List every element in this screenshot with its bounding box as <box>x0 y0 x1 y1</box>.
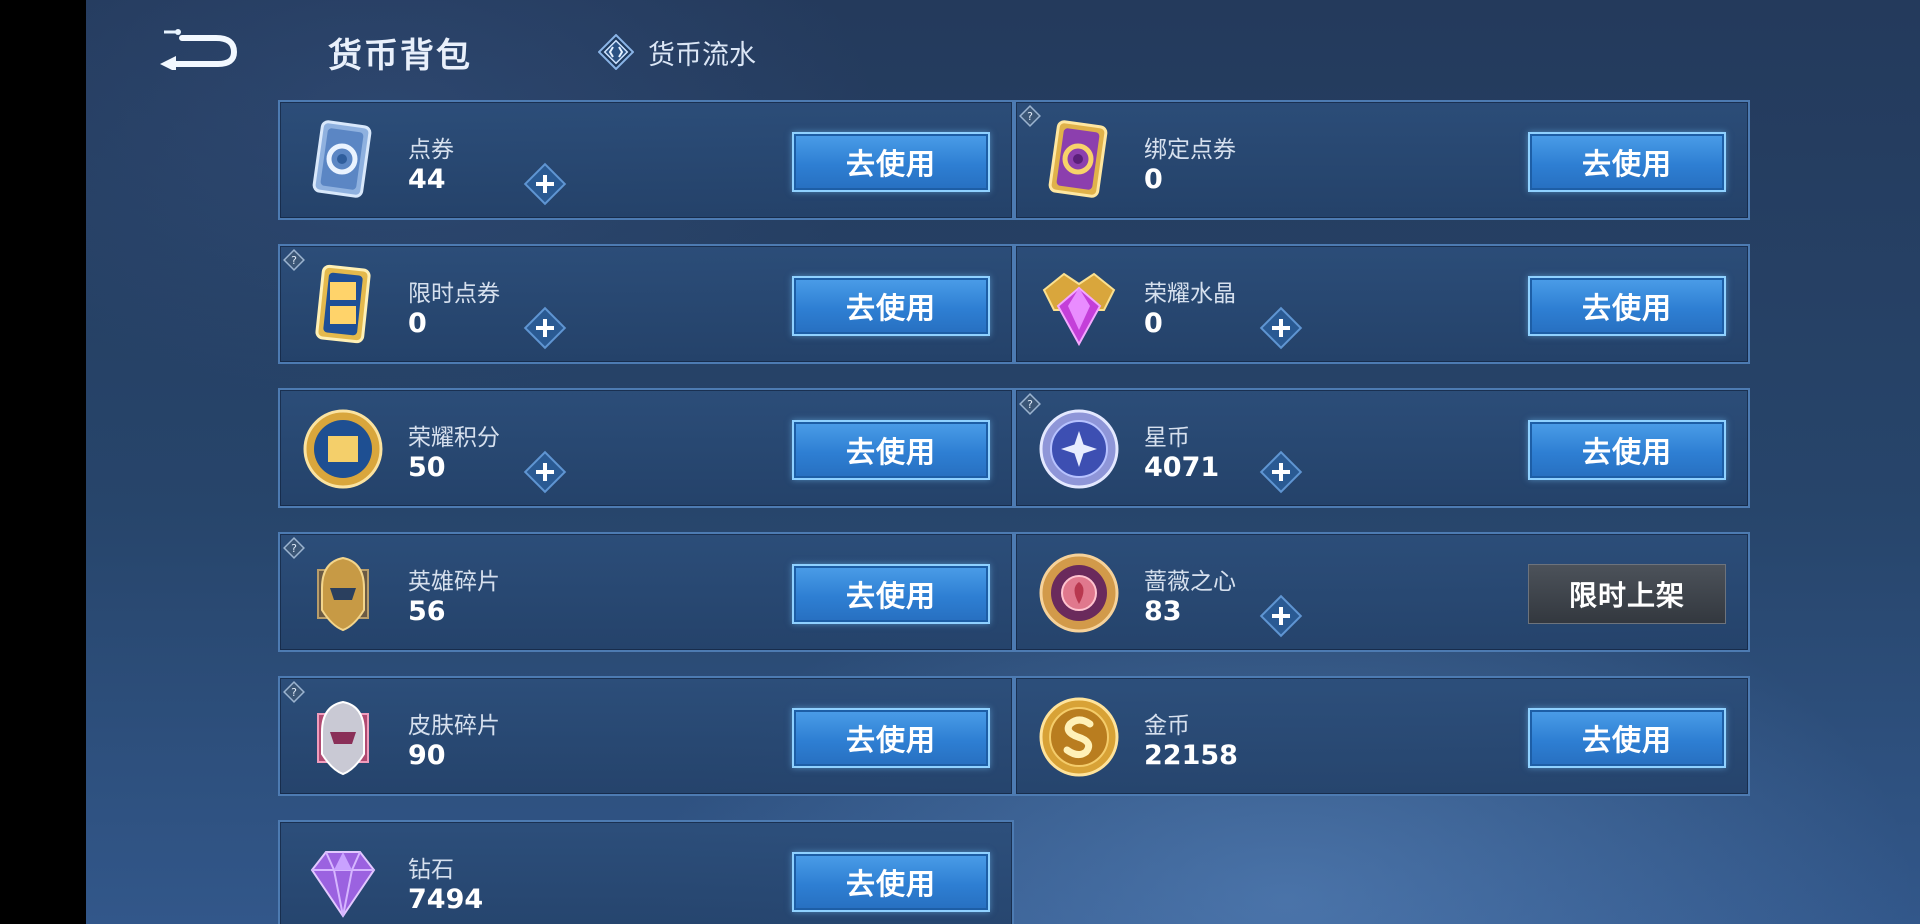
currency-amount: 44 <box>408 164 446 195</box>
currency-amount: 56 <box>408 596 446 627</box>
add-plus-icon[interactable] <box>1259 450 1303 494</box>
currency-name: 点券 <box>408 137 454 163</box>
currency-name: 星币 <box>1144 425 1190 451</box>
bound-ticket-icon <box>1048 120 1108 198</box>
currency-card-rose-heart: 蔷薇之心 83 限时上架 <box>1014 532 1750 652</box>
add-plus-icon[interactable] <box>1259 594 1303 638</box>
svg-text:?: ? <box>1027 110 1033 123</box>
limited-ticket-icon <box>315 264 371 344</box>
svg-text:?: ? <box>291 254 297 267</box>
svg-text:?: ? <box>1027 398 1033 411</box>
currency-amount: 0 <box>1144 308 1163 339</box>
use-button[interactable]: 去使用 <box>1528 708 1726 768</box>
currency-card-skin-shard: ? 皮肤碎片 90 去使用 <box>278 676 1014 796</box>
currency-name: 蔷薇之心 <box>1144 569 1236 595</box>
diamond-icon <box>310 851 376 918</box>
currency-amount: 4071 <box>1144 452 1220 483</box>
skin-shard-icon <box>317 700 369 776</box>
rose-heart-icon <box>1039 553 1119 633</box>
currency-flow-label: 货币流水 <box>648 39 756 71</box>
currency-card-limited-ticket: ? 限时点券 0 去使用 <box>278 244 1014 364</box>
use-button[interactable]: 去使用 <box>1528 132 1726 192</box>
currency-amount: 0 <box>1144 164 1163 195</box>
use-button[interactable]: 去使用 <box>792 564 990 624</box>
currency-amount: 83 <box>1144 596 1182 627</box>
currency-name: 荣耀积分 <box>408 425 500 451</box>
back-arrow-icon <box>160 29 238 72</box>
add-plus-icon[interactable] <box>523 306 567 350</box>
currency-name: 荣耀水晶 <box>1144 281 1236 307</box>
currency-amount: 7494 <box>408 884 484 915</box>
page-title: 货币背包 <box>328 36 472 76</box>
add-plus-icon[interactable] <box>523 450 567 494</box>
screen: 货币背包 货币流水 点券 44 去使用 ? 绑定点券 0 去使用 ? 限时点券 … <box>86 0 1920 924</box>
currency-name: 皮肤碎片 <box>408 713 500 739</box>
use-button[interactable]: 去使用 <box>792 420 990 480</box>
currency-amount: 22158 <box>1144 740 1238 771</box>
currency-card-hero-shard: ? 英雄碎片 56 去使用 <box>278 532 1014 652</box>
use-button[interactable]: 去使用 <box>792 132 990 192</box>
glory-crystal-icon <box>1042 272 1116 347</box>
currency-card-glory-points: 荣耀积分 50 去使用 <box>278 388 1014 508</box>
currency-name: 绑定点券 <box>1144 137 1236 163</box>
currency-card-ticket: 点券 44 去使用 <box>278 100 1014 220</box>
currency-name: 限时点券 <box>408 281 500 307</box>
currency-name: 金币 <box>1144 713 1190 739</box>
gold-coin-icon <box>1039 697 1119 777</box>
currency-name: 英雄碎片 <box>408 569 500 595</box>
ticket-icon <box>312 120 372 198</box>
currency-name: 钻石 <box>408 857 454 883</box>
currency-amount: 0 <box>408 308 427 339</box>
add-plus-icon[interactable] <box>1259 306 1303 350</box>
svg-text:?: ? <box>291 686 297 699</box>
currency-card-bound-ticket: ? 绑定点券 0 去使用 <box>1014 100 1750 220</box>
add-plus-icon[interactable] <box>523 162 567 206</box>
glory-points-icon <box>303 409 383 489</box>
currency-card-star-coin: ? 星币 4071 去使用 <box>1014 388 1750 508</box>
currency-flow-icon <box>598 34 634 70</box>
use-button[interactable]: 去使用 <box>792 708 990 768</box>
use-button[interactable]: 去使用 <box>1528 276 1726 336</box>
currency-flow-tab[interactable]: 货币流水 <box>598 30 756 74</box>
limited-shelf-button[interactable]: 限时上架 <box>1528 564 1726 624</box>
use-button[interactable]: 去使用 <box>792 852 990 912</box>
currency-amount: 90 <box>408 740 446 771</box>
currency-card-gold-coin: 金币 22158 去使用 <box>1014 676 1750 796</box>
currency-card-glory-crystal: 荣耀水晶 0 去使用 <box>1014 244 1750 364</box>
svg-text:?: ? <box>291 542 297 555</box>
back-button[interactable] <box>156 26 238 72</box>
hero-shard-icon <box>317 556 369 632</box>
currency-card-diamond: 钻石 7494 去使用 <box>278 820 1014 924</box>
use-button[interactable]: 去使用 <box>1528 420 1726 480</box>
use-button[interactable]: 去使用 <box>792 276 990 336</box>
star-coin-icon <box>1039 409 1119 489</box>
currency-amount: 50 <box>408 452 446 483</box>
